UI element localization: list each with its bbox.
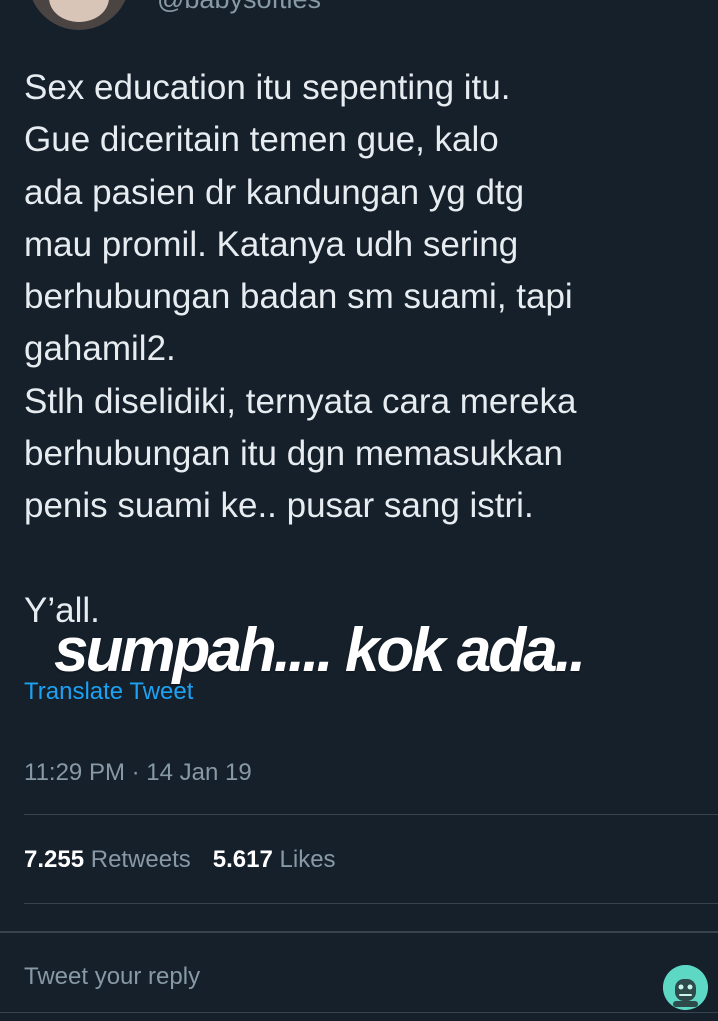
tweet-line: berhubungan itu dgn memasukkan xyxy=(24,434,563,474)
retweets-stat[interactable]: 7.255 Retweets xyxy=(24,846,191,873)
tweet-line: penis suami ke.. pusar sang istri. xyxy=(24,486,534,526)
tweet-line: ada pasien dr kandungan yg dtg xyxy=(24,172,525,212)
tweet-line: gahamil2. xyxy=(24,329,176,369)
author-avatar[interactable] xyxy=(28,0,130,30)
tweet-line: Gue diceritain temen gue, kalo xyxy=(24,120,499,160)
likes-label: Likes xyxy=(279,846,336,873)
tweet-body: Sex education itu sepenting itu. Gue dic… xyxy=(24,62,704,637)
reply-input[interactable]: Tweet your reply xyxy=(24,962,200,992)
tweet-line: Sex education itu sepenting itu. xyxy=(24,68,511,107)
bot-avatar-icon[interactable] xyxy=(663,965,708,1010)
likes-stat[interactable]: 5.617 Likes xyxy=(213,846,336,873)
tweet-line: mau promil. Katanya udh sering xyxy=(24,224,519,264)
tweet-timestamp[interactable]: 11:29 PM · 14 Jan 19 xyxy=(24,758,252,788)
reply-bar-border xyxy=(0,931,718,933)
tweet-line: berhubungan badan sm suami, tapi xyxy=(24,277,573,317)
divider xyxy=(24,903,718,904)
retweets-count: 7.255 xyxy=(24,846,85,873)
author-avatar-image xyxy=(32,0,126,30)
tweet-stats: 7.255 Retweets 5.617 Likes xyxy=(24,845,336,875)
tweet-line: Stlh diselidiki, ternyata cara mereka xyxy=(24,381,577,421)
bot-avatar-graphic xyxy=(663,965,708,1010)
author-handle[interactable]: @babysofties xyxy=(157,0,321,14)
retweets-label: Retweets xyxy=(90,846,191,873)
overlay-caption: sumpah.... kok ada.. xyxy=(54,616,586,685)
likes-count: 5.617 xyxy=(212,846,273,873)
divider xyxy=(24,814,718,815)
reply-input-underline xyxy=(0,1012,718,1013)
